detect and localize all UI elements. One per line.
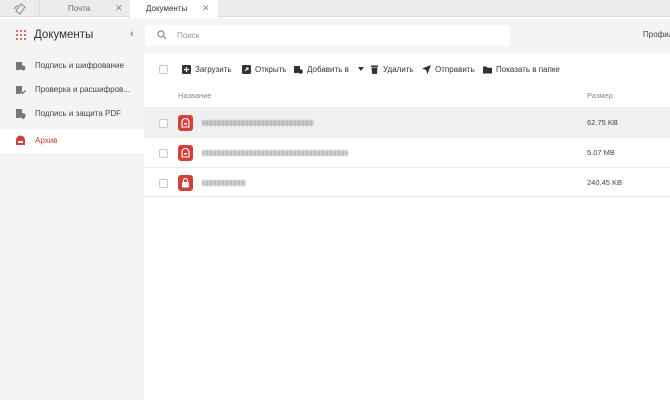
toolbar: Загрузить Открыть Добавить в Удалить Отп…	[144, 54, 670, 86]
add-to-button[interactable]: Добавить в	[294, 64, 366, 76]
table-divider	[144, 196, 670, 197]
file-name-redacted	[202, 150, 348, 156]
pdf-shield-icon	[16, 109, 26, 119]
apps-grid-icon[interactable]	[16, 30, 26, 40]
tab-documents-label: Документы	[146, 4, 188, 13]
lock-file-icon	[178, 175, 193, 191]
plus-icon	[182, 65, 191, 74]
file-name-redacted	[202, 120, 314, 126]
open-button[interactable]: Открыть	[242, 64, 292, 76]
search-input[interactable]	[177, 28, 477, 43]
sidebar-item-label: Подпись и шифрование	[35, 61, 124, 70]
sidebar-item-label: Проверка и расшифров...	[35, 85, 130, 94]
chevron-left-icon[interactable]: ‹	[130, 28, 134, 40]
archive-file-icon	[178, 115, 193, 131]
close-icon[interactable]: ✕	[115, 0, 123, 17]
sidebar-item-sign-encrypt[interactable]: Подпись и шифрование	[0, 54, 144, 78]
add-to-icon	[294, 66, 303, 74]
row-checkbox[interactable]	[159, 149, 168, 158]
tab-bar: Почта ✕ Документы ✕	[0, 0, 670, 18]
sidebar-item-verify-decrypt[interactable]: Проверка и расшифров...	[0, 78, 144, 102]
sidebar-item-archive[interactable]: Архив	[0, 129, 144, 153]
sidebar-item-label: Подпись и защита PDF	[35, 109, 121, 118]
sign-icon	[16, 62, 26, 71]
send-button[interactable]: Отправить	[422, 64, 480, 76]
file-name-redacted	[202, 180, 246, 186]
trash-icon	[371, 65, 378, 74]
file-size: 5.07 MB	[587, 148, 615, 157]
sidebar-title: Документы	[34, 29, 94, 41]
table-row[interactable]: 240.45 KB	[144, 167, 670, 197]
profile-link[interactable]: Профил	[643, 30, 670, 39]
upload-button[interactable]: Загрузить	[182, 64, 240, 76]
tab-mail-label: Почта	[68, 4, 91, 13]
delete-button[interactable]: Удалить	[370, 64, 416, 76]
file-size: 240.45 KB	[587, 178, 623, 187]
archive-icon	[16, 135, 25, 145]
open-icon	[242, 65, 251, 74]
sidebar-item-pdf[interactable]: Подпись и защита PDF	[0, 102, 144, 126]
row-checkbox[interactable]	[159, 119, 168, 128]
column-header-size[interactable]: Размер	[587, 91, 613, 100]
sidebar: Документы ‹ Подпись и шифрование Проверк…	[0, 18, 144, 400]
table-row[interactable]: 5.07 MB	[144, 137, 670, 167]
archive-file-icon	[178, 145, 193, 161]
column-header-name[interactable]: Название	[178, 91, 212, 100]
send-icon	[422, 65, 431, 74]
tab-mail[interactable]: Почта ✕	[39, 0, 128, 17]
search-icon	[157, 30, 167, 40]
sidebar-header: Документы ‹	[0, 18, 144, 54]
verify-icon	[16, 86, 26, 95]
table-header: Название Размер	[144, 86, 670, 107]
app-logo-icon	[13, 3, 26, 15]
caret-down-icon	[358, 67, 364, 71]
folder-icon	[483, 66, 492, 74]
table-row[interactable]: 62.75 KB	[144, 107, 670, 137]
select-all-checkbox[interactable]	[159, 65, 168, 74]
search-box[interactable]	[145, 25, 510, 46]
file-size: 62.75 KB	[587, 118, 618, 127]
close-icon[interactable]: ✕	[202, 0, 210, 17]
sidebar-item-label: Архив	[35, 136, 58, 145]
row-checkbox[interactable]	[159, 179, 168, 188]
tab-documents[interactable]: Документы ✕	[130, 0, 218, 18]
show-in-folder-button[interactable]: Показать в папке	[483, 64, 565, 76]
